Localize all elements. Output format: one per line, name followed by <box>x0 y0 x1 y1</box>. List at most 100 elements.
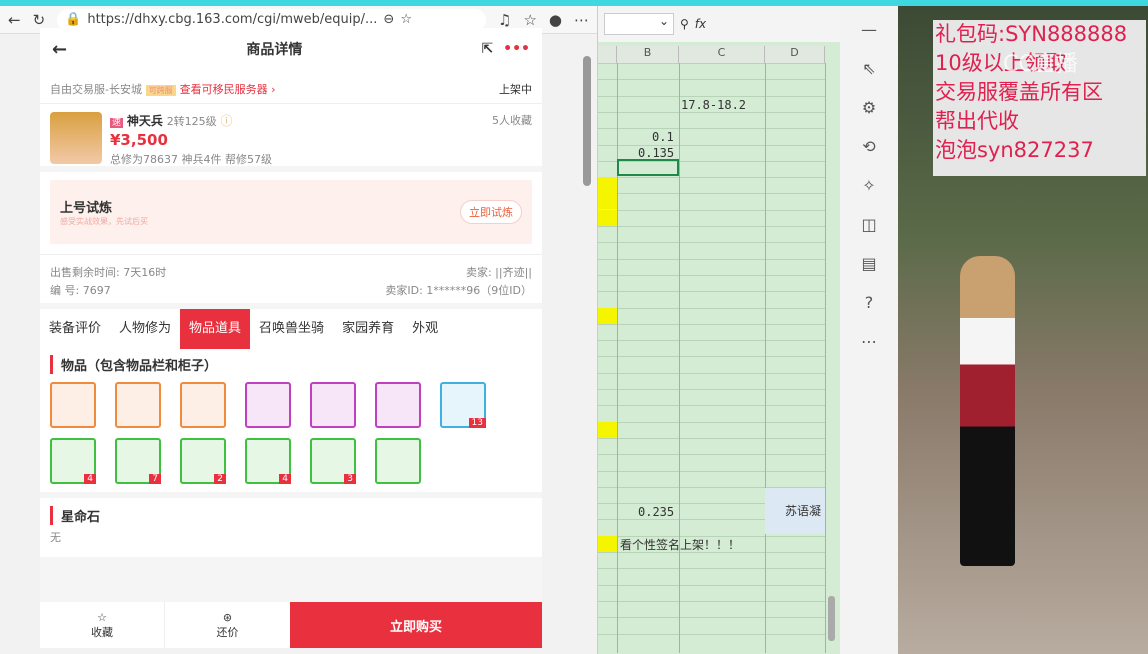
col-line <box>617 63 618 653</box>
row-line <box>598 111 825 113</box>
favorite-icon[interactable]: ☆ <box>400 12 412 27</box>
yellow-cell[interactable] <box>598 177 617 194</box>
star-value: 无 <box>50 531 61 544</box>
role-name: 神天兵 <box>126 114 163 128</box>
person-figure <box>960 256 1015 566</box>
info-icon[interactable]: ⓘ <box>221 114 233 128</box>
menu-icon[interactable]: ⋯ <box>574 11 589 29</box>
migrate-link[interactable]: 查看可移民服务器 › <box>180 83 276 96</box>
row-line <box>598 128 825 130</box>
row-line <box>598 307 825 309</box>
favorite-button[interactable]: ☆ 收藏 <box>40 602 165 648</box>
tools-icon[interactable]: ✧ <box>862 176 875 195</box>
yellow-cell[interactable] <box>598 535 617 552</box>
cell-b-value-1[interactable]: 0.1 <box>652 130 674 144</box>
tab-cultivation[interactable]: 人物修为 <box>110 309 180 349</box>
row-line <box>598 177 825 179</box>
status-label: 上架中 <box>499 82 532 96</box>
selected-cell[interactable] <box>617 159 679 176</box>
trial-title: 上号试炼 <box>60 201 113 216</box>
watermark: CC直播 <box>1003 52 1078 77</box>
item-count: 4 <box>279 474 291 484</box>
item-slot[interactable]: 4 <box>245 438 291 484</box>
profile-icon[interactable]: ● <box>549 11 562 29</box>
adjust-icon[interactable]: ⚙ <box>862 98 876 117</box>
help-icon[interactable]: ? <box>865 293 874 312</box>
row-line <box>598 437 825 439</box>
row-line <box>598 323 825 325</box>
item-slot[interactable]: 3 <box>310 438 356 484</box>
yellow-cell[interactable] <box>598 421 617 438</box>
row-line <box>598 79 825 81</box>
select-icon[interactable]: ⇖ <box>862 59 875 78</box>
zoom-icon[interactable]: ⊖ <box>383 12 394 27</box>
url-text: https://dhxy.cbg.163.com/cgi/mweb/equip/… <box>87 12 378 27</box>
col-b-header[interactable]: B <box>617 46 679 63</box>
cell-c-range[interactable]: 17.8-18.2 <box>681 98 746 112</box>
function-icon[interactable]: fx <box>695 17 706 31</box>
back-arrow-icon[interactable]: ← <box>52 39 67 60</box>
item-count: 3 <box>344 474 356 484</box>
item-slot[interactable] <box>115 382 161 428</box>
remaining-time: 出售剩余时间: 7天16时 <box>50 266 167 279</box>
item-slot[interactable] <box>375 438 421 484</box>
item-slot[interactable] <box>180 382 226 428</box>
promo-line: 泡泡syn827237 <box>935 138 1094 162</box>
col-c-header[interactable]: C <box>679 46 765 63</box>
item-slot[interactable]: 2 <box>180 438 226 484</box>
rotate-icon[interactable]: ⟲ <box>862 137 875 156</box>
product-page: ← 商品详情 ⇱ ••• 自由交易服-长安城 可跨服 查看可移民服务器 › 上架… <box>40 28 542 648</box>
book-icon[interactable]: ▤ <box>861 254 876 273</box>
quick-badge: 速 <box>110 118 124 128</box>
row-line <box>598 340 825 342</box>
tab-equipment[interactable]: 装备评价 <box>40 309 110 349</box>
row-line <box>598 633 825 635</box>
back-icon[interactable]: ← <box>8 11 21 29</box>
cell-note[interactable]: 看个性签名上架！！！ <box>620 536 740 553</box>
more-icon[interactable]: ••• <box>503 41 530 57</box>
chart-icon[interactable]: ◫ <box>861 215 876 234</box>
trial-subtitle: 感受实战效果，先试后买 <box>60 217 148 226</box>
collections-icon[interactable]: ☆ <box>523 11 536 29</box>
tab-home[interactable]: 家园养育 <box>333 309 403 349</box>
name-box[interactable]: ⌄ <box>604 13 674 35</box>
tab-items[interactable]: 物品道具 <box>180 309 251 349</box>
row-line <box>598 568 825 570</box>
cell-b-value-2[interactable]: 0.135 <box>638 146 674 160</box>
item-slot[interactable]: 7 <box>115 438 161 484</box>
star-section-title: 星命石 <box>50 506 532 525</box>
item-slot[interactable]: 13 <box>440 382 486 428</box>
role-level: 2转125级 <box>166 115 217 128</box>
tab-pets[interactable]: 召唤兽坐骑 <box>250 309 333 349</box>
row-line <box>598 421 825 423</box>
refresh-icon[interactable]: ↻ <box>33 11 46 29</box>
buy-button[interactable]: 立即购买 <box>290 602 542 648</box>
item-slot[interactable] <box>245 382 291 428</box>
cell-b-value-3[interactable]: 0.235 <box>638 505 674 519</box>
page-scrollbar[interactable] <box>583 56 591 186</box>
item-slot[interactable] <box>375 382 421 428</box>
yellow-cell[interactable] <box>598 193 617 210</box>
col-d-header[interactable]: D <box>765 46 825 63</box>
page-title: 商品详情 <box>246 42 303 58</box>
trial-button[interactable]: 立即试炼 <box>460 200 522 224</box>
favorite-label: 收藏 <box>91 625 113 639</box>
share-icon[interactable]: ⇱ <box>482 41 494 57</box>
yellow-cell[interactable] <box>598 307 617 324</box>
cell-d-name[interactable]: 苏语凝 <box>765 488 825 534</box>
promo-overlay: 礼包码:SYN888888 10级以上领取 交易服覆盖所有区 帮出代收 泡泡sy… <box>933 20 1146 176</box>
more-icon[interactable]: ⋯ <box>861 332 877 351</box>
minimize-icon[interactable]: — <box>861 20 877 39</box>
yellow-cell[interactable] <box>598 209 617 226</box>
search-icon[interactable]: ⚲ <box>680 17 689 31</box>
extensions-icon[interactable]: ♫ <box>498 11 511 29</box>
item-slot[interactable] <box>310 382 356 428</box>
sheet-scrollbar[interactable] <box>828 596 835 641</box>
promo-line: 帮出代收 <box>935 109 1019 133</box>
star-icon: ☆ <box>97 610 107 624</box>
items-section-title: 物品（包含物品栏和柜子） <box>50 355 532 374</box>
bargain-button[interactable]: ⊛ 还价 <box>165 602 290 648</box>
item-slot[interactable]: 4 <box>50 438 96 484</box>
tab-appearance[interactable]: 外观 <box>403 309 447 349</box>
item-slot[interactable] <box>50 382 96 428</box>
